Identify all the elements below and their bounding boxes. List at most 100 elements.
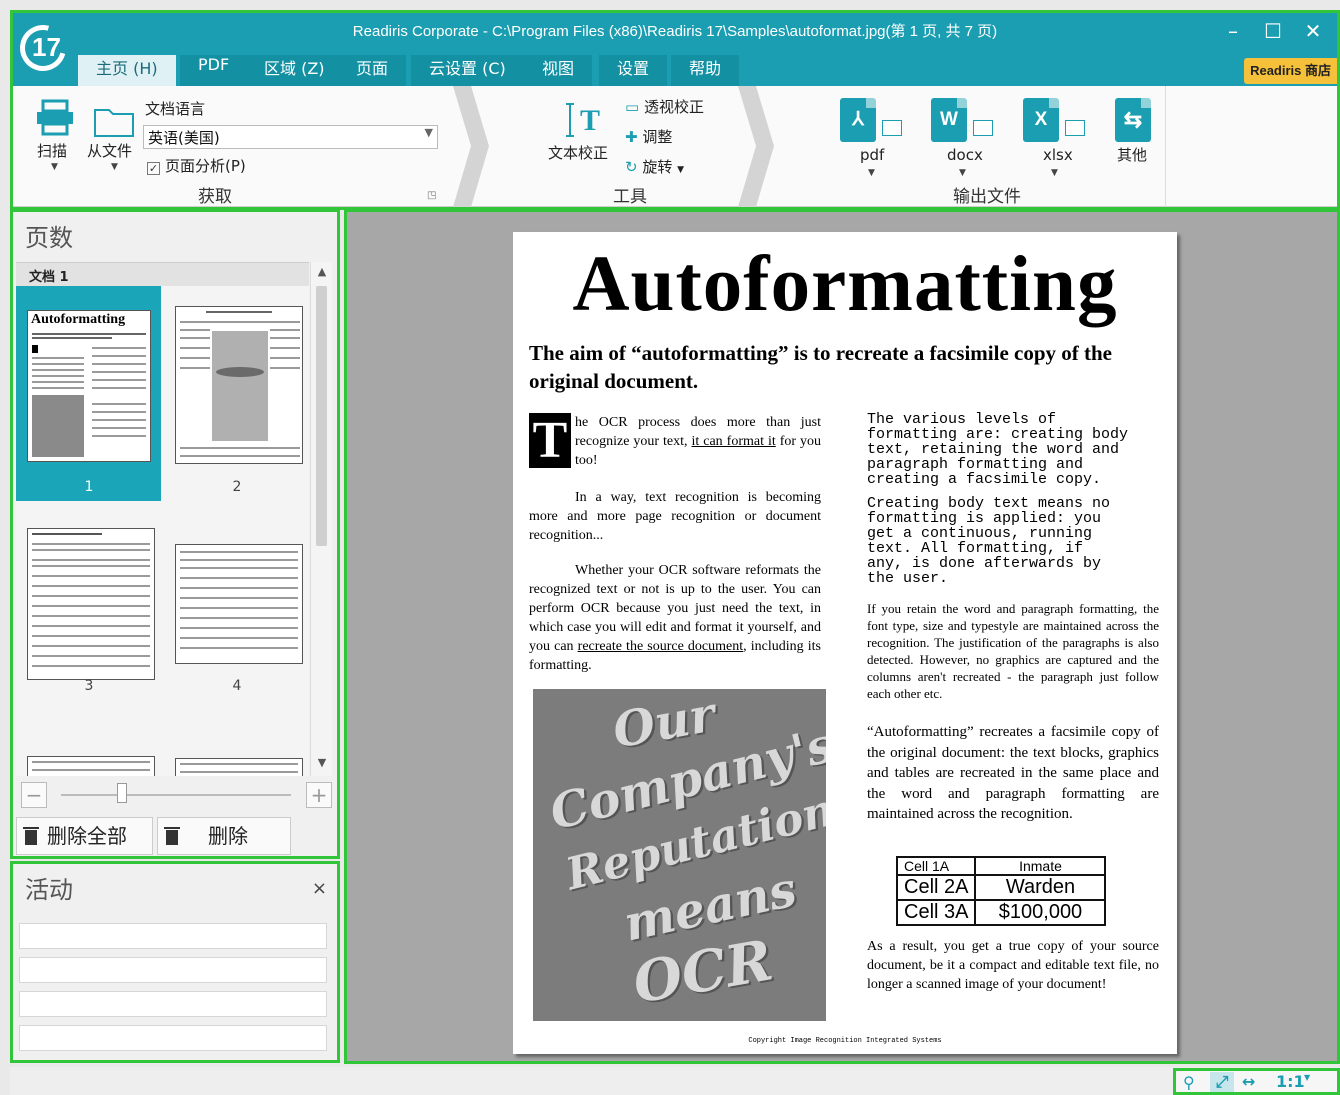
- output-docx-button[interactable]: W docx ▼: [929, 86, 999, 181]
- right-paragraph-2: “Autoformatting” recreates a facsimile c…: [867, 724, 1159, 822]
- perspective-correction-button[interactable]: ▭ 透视校正: [625, 96, 704, 117]
- page-thumbnail-2[interactable]: 2: [164, 286, 309, 501]
- activity-row: [19, 923, 327, 949]
- zoom-slider-knob[interactable]: [117, 783, 127, 803]
- sample-table: Cell 1A Inmate Cell 2A Warden Cell 3A $100,…: [895, 856, 1107, 926]
- page-number: 3: [84, 678, 94, 694]
- delete-all-button[interactable]: 删除全部: [16, 817, 153, 855]
- search-icon[interactable]: ⚲: [1183, 1073, 1195, 1092]
- zoom-slider[interactable]: [61, 794, 291, 796]
- folder-icon: [882, 120, 902, 136]
- window-title: Readiris Corporate - C:\Program Files (x…: [352, 23, 998, 40]
- scroll-up-icon[interactable]: ▲: [314, 265, 330, 281]
- ribbon-tabs: 主页 (H) PDF 区域 (Z) 页面 云设置 (C) 视图 设置 帮助 Re…: [13, 53, 1337, 86]
- group-label-output: 输出文件: [953, 187, 1021, 207]
- pages-panel: 页数 文档 1 Autoformatting 1 2 3 4 ▲ ▼ − + 删…: [10, 209, 340, 859]
- right-mono-1: The various levels of formatting are: cr…: [867, 411, 1129, 488]
- minimize-icon[interactable]: –: [1215, 17, 1251, 45]
- right-paragraph-1: If you retain the word and paragraph for…: [867, 601, 1159, 701]
- trash-icon: [164, 827, 180, 845]
- page-thumbnail-4[interactable]: 4: [164, 504, 309, 719]
- fit-page-icon[interactable]: ⤢: [1210, 1072, 1234, 1092]
- trash-icon: [23, 827, 39, 845]
- page-number: 2: [232, 479, 242, 495]
- scan-label: 扫描: [37, 142, 68, 160]
- document-title: Autoformatting: [572, 241, 1118, 328]
- title-bar: Readiris Corporate - C:\Program Files (x…: [13, 13, 1337, 53]
- maximize-icon[interactable]: ☐: [1255, 17, 1291, 45]
- rotate-button[interactable]: ↻ 旋转 ▼: [625, 156, 684, 177]
- zoom-ratio[interactable]: 1:1: [1276, 1072, 1305, 1091]
- separator-chevron: [738, 86, 774, 207]
- scroll-down-icon[interactable]: ▼: [314, 756, 330, 772]
- close-icon[interactable]: ×: [312, 878, 327, 899]
- tab-zone[interactable]: 区域 (Z): [246, 55, 343, 86]
- chevron-down-icon: ▼: [424, 126, 433, 139]
- fit-width-icon[interactable]: ↔: [1242, 1072, 1255, 1091]
- zoom-in-icon[interactable]: +: [306, 782, 332, 808]
- scanner-icon: [37, 99, 73, 136]
- scroll-thumb[interactable]: [316, 286, 327, 546]
- folder-icon: [94, 109, 134, 137]
- zoom-out-icon[interactable]: −: [21, 782, 47, 808]
- group-label-tools: 工具: [613, 187, 647, 207]
- page-thumbnail-5[interactable]: [27, 756, 155, 776]
- scan-button[interactable]: 扫描 ▼: [33, 96, 77, 176]
- doc-language-select[interactable]: 英语(美国) ▼: [143, 125, 438, 149]
- chevron-down-icon[interactable]: ▼: [1304, 1073, 1310, 1082]
- chevron-down-icon: ▼: [868, 168, 875, 178]
- page-thumbnail-6[interactable]: [175, 758, 303, 776]
- tab-view[interactable]: 视图: [524, 55, 593, 86]
- document-header: 文档 1: [16, 262, 309, 286]
- word-icon: W: [931, 98, 967, 142]
- tab-cloud-settings[interactable]: 云设置 (C): [411, 55, 524, 86]
- ribbon-frame: Readiris Corporate - C:\Program Files (x…: [10, 10, 1340, 210]
- store-button[interactable]: Readiris 商店: [1244, 58, 1337, 84]
- pdf-icon: ⅄: [840, 98, 876, 142]
- separator-chevron: [453, 86, 489, 207]
- output-other-button[interactable]: ⇆ 其他: [1111, 86, 1161, 181]
- adjust-button[interactable]: ✚ 调整: [625, 126, 672, 147]
- text-correction-label: 文本校正: [548, 144, 609, 162]
- adjust-icon: ✚: [625, 128, 638, 146]
- document-view[interactable]: Autoformatting The aim of “autoformattin…: [344, 209, 1340, 1064]
- from-file-button[interactable]: 从文件 ▼: [87, 96, 143, 176]
- activity-row: [19, 991, 327, 1017]
- thumbnail-title: Autoformatting: [31, 312, 126, 327]
- page-thumbnail-3[interactable]: 3: [16, 504, 161, 719]
- document-footer: Copyright Image Recognition Integrated S…: [748, 1037, 942, 1045]
- page-analysis-checkbox[interactable]: ✓ 页面分析(P): [147, 155, 246, 176]
- dialog-launcher-icon[interactable]: ◳: [427, 190, 436, 201]
- right-mono-2: Creating body text means no formatting i…: [867, 495, 1111, 587]
- tab-home[interactable]: 主页 (H): [78, 55, 176, 86]
- output-xlsx-button[interactable]: X xlsx ▼: [1021, 86, 1091, 181]
- drop-cap: T: [529, 413, 571, 468]
- thumbnail-scrollbar[interactable]: ▲ ▼: [310, 262, 332, 776]
- readiris-logo: 17: [11, 16, 75, 80]
- thumbnail-zoom: − +: [16, 778, 336, 814]
- tab-help[interactable]: 帮助: [671, 55, 740, 86]
- ribbon-home: 扫描 ▼ 从文件 ▼ 文档语言 英语(美国)▼ ✓页面分析(P) 获取 ◳: [13, 86, 1337, 207]
- activity-row: [19, 1025, 327, 1051]
- delete-button[interactable]: 删除: [157, 817, 291, 855]
- tab-pdf[interactable]: PDF: [180, 55, 248, 86]
- status-bar: [10, 1067, 1340, 1095]
- page-thumbnail-1[interactable]: Autoformatting 1: [16, 286, 161, 501]
- pages-panel-title: 页数: [25, 224, 73, 252]
- chevron-down-icon: ▼: [677, 165, 685, 175]
- close-icon[interactable]: ✕: [1295, 17, 1331, 45]
- output-pdf-button[interactable]: ⅄ pdf ▼: [838, 86, 908, 181]
- activity-panel-title: 活动: [25, 876, 73, 904]
- readiris-app: Readiris Corporate - C:\Program Files (x…: [0, 0, 1340, 1095]
- tab-page[interactable]: 页面: [338, 55, 407, 86]
- convert-icon: ⇆: [1115, 98, 1151, 142]
- svg-text:T: T: [580, 104, 600, 137]
- activity-panel: 活动 ×: [10, 861, 340, 1063]
- tab-settings[interactable]: 设置: [599, 55, 668, 86]
- text-correction-button[interactable]: T 文本校正: [548, 96, 620, 176]
- folder-icon: [973, 120, 993, 136]
- view-zoom-controls: ⚲ ⤢ ↔ 1:1 ▼: [1173, 1068, 1340, 1095]
- divider: [1165, 86, 1166, 207]
- table-row: Cell 1A Inmate: [895, 856, 1107, 876]
- table-row: Cell 3A $100,000: [895, 899, 1107, 926]
